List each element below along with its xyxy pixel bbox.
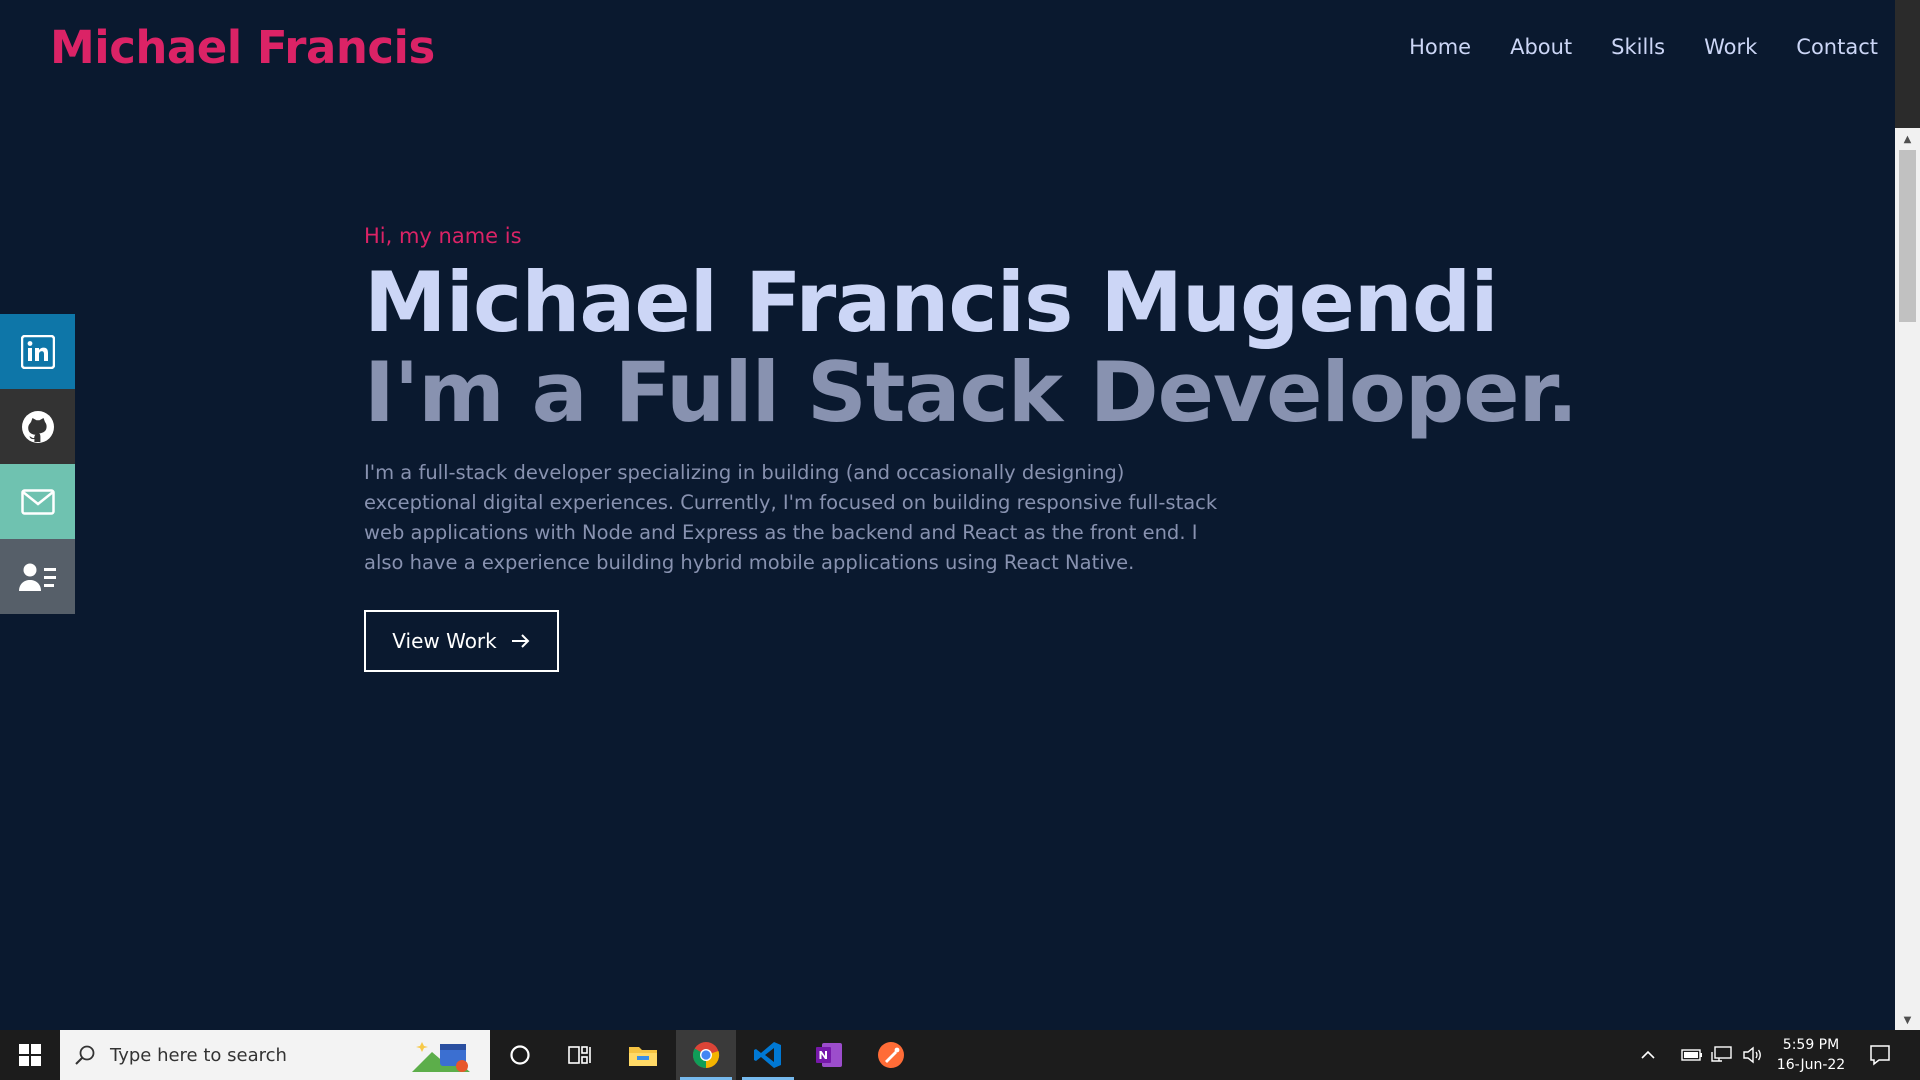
chevron-up-icon — [1641, 1050, 1655, 1059]
file-explorer-icon — [629, 1047, 657, 1066]
vscode-button[interactable] — [738, 1030, 798, 1080]
navbar: Michael Francis Home About Skills Work C… — [0, 0, 1895, 96]
file-explorer-button[interactable] — [613, 1030, 673, 1080]
action-center-button[interactable] — [1850, 1030, 1910, 1080]
start-button[interactable] — [0, 1030, 60, 1080]
resume-link[interactable] — [0, 539, 75, 614]
site-logo[interactable]: Michael Francis — [50, 20, 435, 76]
view-work-label: View Work — [392, 629, 497, 653]
nav-menu: Home About Skills Work Contact — [1370, 32, 1878, 62]
mail-icon — [20, 488, 55, 515]
search-highlight-icon — [412, 1042, 470, 1072]
task-view-button[interactable] — [550, 1030, 610, 1080]
search-placeholder: Type here to search — [110, 1044, 287, 1066]
arrow-right-icon — [511, 634, 530, 648]
task-view-icon — [568, 1046, 591, 1064]
hero-role: I'm a Full Stack Developer. — [364, 344, 1578, 441]
volume-icon — [1743, 1046, 1761, 1064]
view-work-button[interactable]: View Work — [364, 610, 559, 672]
github-icon — [21, 410, 54, 443]
nav-item-work[interactable]: Work — [1704, 32, 1757, 62]
onenote-button[interactable] — [799, 1030, 859, 1080]
network-icon — [1711, 1046, 1732, 1062]
clock-time: 5:59 PM — [1782, 1037, 1840, 1053]
show-hidden-icons-button[interactable] — [1634, 1030, 1662, 1080]
email-link[interactable] — [0, 464, 75, 539]
chrome-icon — [692, 1042, 720, 1069]
volume-button[interactable] — [1738, 1030, 1766, 1080]
network-button[interactable] — [1708, 1030, 1736, 1080]
scrollbar-overlay — [1895, 0, 1920, 128]
postman-button[interactable] — [861, 1030, 921, 1080]
nav-item-contact[interactable]: Contact — [1796, 32, 1878, 62]
battery-button[interactable] — [1678, 1030, 1706, 1080]
cortana-button[interactable] — [490, 1030, 550, 1080]
postman-icon — [878, 1042, 904, 1068]
taskbar-search-box[interactable]: Type here to search — [60, 1030, 490, 1080]
scroll-thumb[interactable] — [1899, 150, 1916, 322]
hero-section: Hi, my name is Michael Francis Mugendi I… — [364, 220, 1664, 672]
vscode-icon — [754, 1042, 781, 1068]
resume-icon — [18, 563, 56, 591]
battery-icon — [1681, 1049, 1702, 1061]
search-icon — [75, 1045, 95, 1065]
page-scrollbar[interactable]: ▲ ▼ — [1895, 0, 1920, 1030]
chrome-button[interactable] — [676, 1030, 736, 1080]
github-link[interactable] — [0, 389, 75, 464]
scroll-down-icon[interactable]: ▼ — [1895, 1012, 1920, 1029]
onenote-icon — [816, 1043, 842, 1067]
clock-date: 16-Jun-22 — [1776, 1057, 1846, 1073]
linkedin-link[interactable] — [0, 314, 75, 389]
windows-taskbar: Type here to search 5:59 PM 16-Jun-22 — [0, 1030, 1920, 1080]
nav-item-skills[interactable]: Skills — [1611, 32, 1665, 62]
scroll-up-icon[interactable]: ▲ — [1895, 131, 1920, 148]
taskbar-clock[interactable]: 5:59 PM 16-Jun-22 — [1768, 1035, 1854, 1075]
nav-item-home[interactable]: Home — [1409, 32, 1471, 62]
hero-greeting: Hi, my name is — [364, 224, 522, 248]
notification-icon — [1870, 1045, 1890, 1066]
browser-viewport: Michael Francis Home About Skills Work C… — [0, 0, 1895, 1030]
social-sidebar — [0, 314, 75, 614]
hero-description: I'm a full-stack developer specializing … — [364, 461, 1218, 574]
cortana-icon — [510, 1045, 530, 1065]
linkedin-icon — [20, 334, 55, 369]
hero-name: Michael Francis Mugendi — [364, 254, 1499, 351]
nav-item-about[interactable]: About — [1510, 32, 1572, 62]
windows-icon — [19, 1044, 41, 1066]
